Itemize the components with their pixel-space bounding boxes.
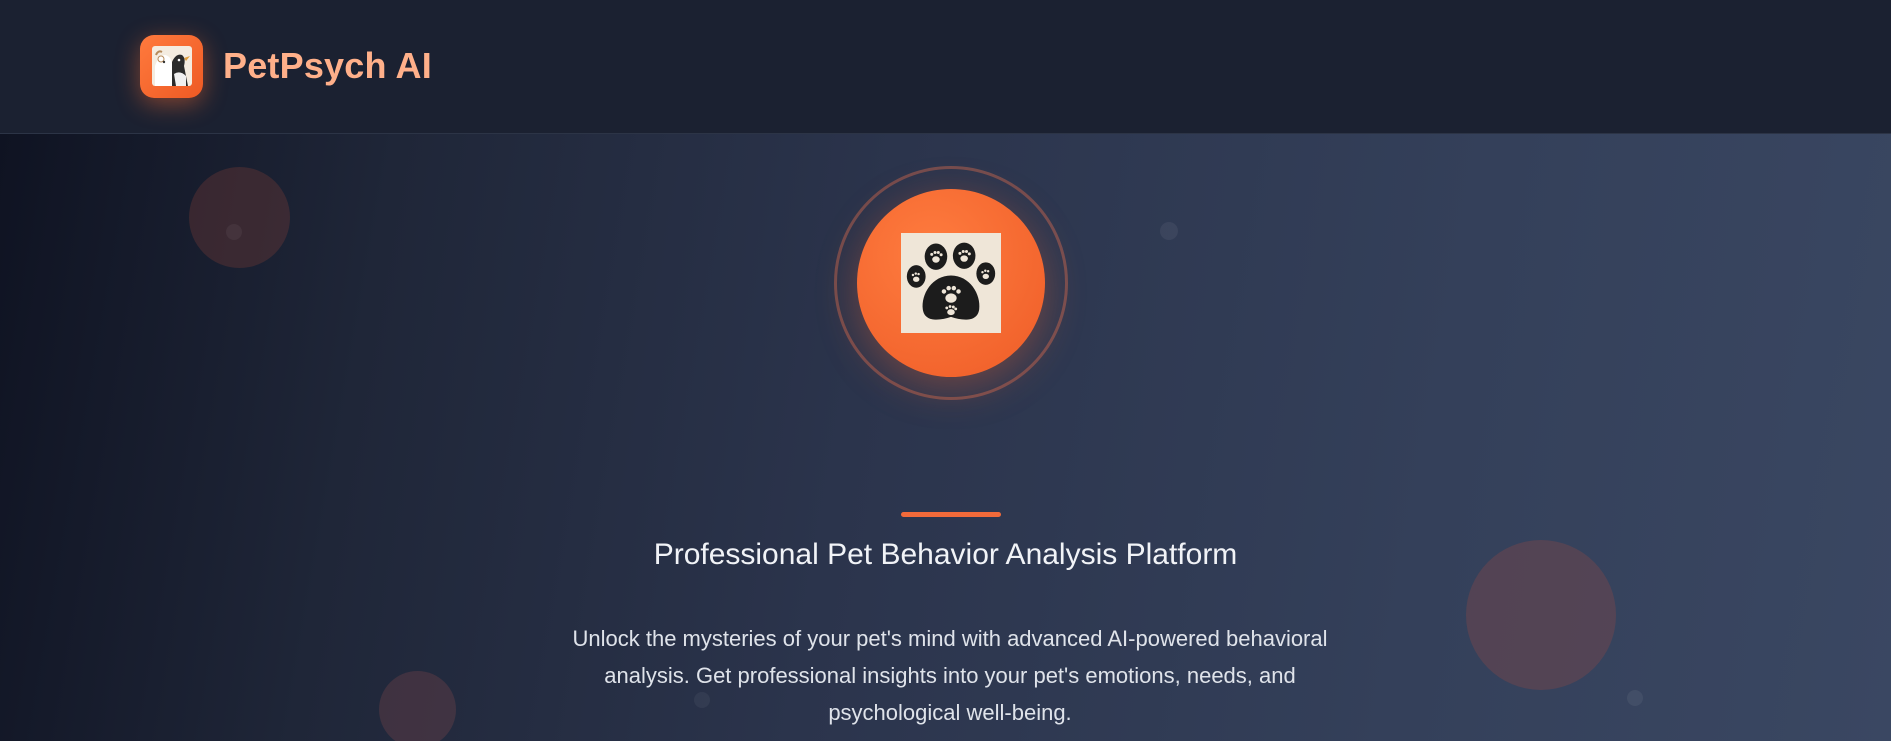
title-accent-bar (901, 512, 1001, 517)
paw-image (901, 233, 1001, 333)
brand-name[interactable]: PetPsych AI (223, 45, 432, 87)
brand[interactable]: PetPsych AI (140, 34, 432, 98)
paw-prints-icon (906, 242, 996, 320)
pet-portrait-icon (151, 46, 192, 86)
decorative-dot (1627, 690, 1643, 706)
decorative-bubble (189, 167, 290, 268)
page: PetPsych AI Professional Pet Behavior An… (0, 0, 1891, 741)
hero-title: Professional Pet Behavior Analysis Platf… (653, 538, 1238, 571)
hero-icon-badge (857, 189, 1045, 377)
hero-description: Unlock the mysteries of your pet's mind … (572, 626, 1328, 725)
site-header: PetPsych AI (0, 0, 1891, 134)
decorative-bubble (379, 671, 456, 741)
decorative-dot (1160, 222, 1178, 240)
hero-section: Professional Pet Behavior Analysis Platf… (0, 134, 1891, 741)
logo[interactable] (140, 34, 203, 98)
decorative-dot (226, 224, 242, 240)
